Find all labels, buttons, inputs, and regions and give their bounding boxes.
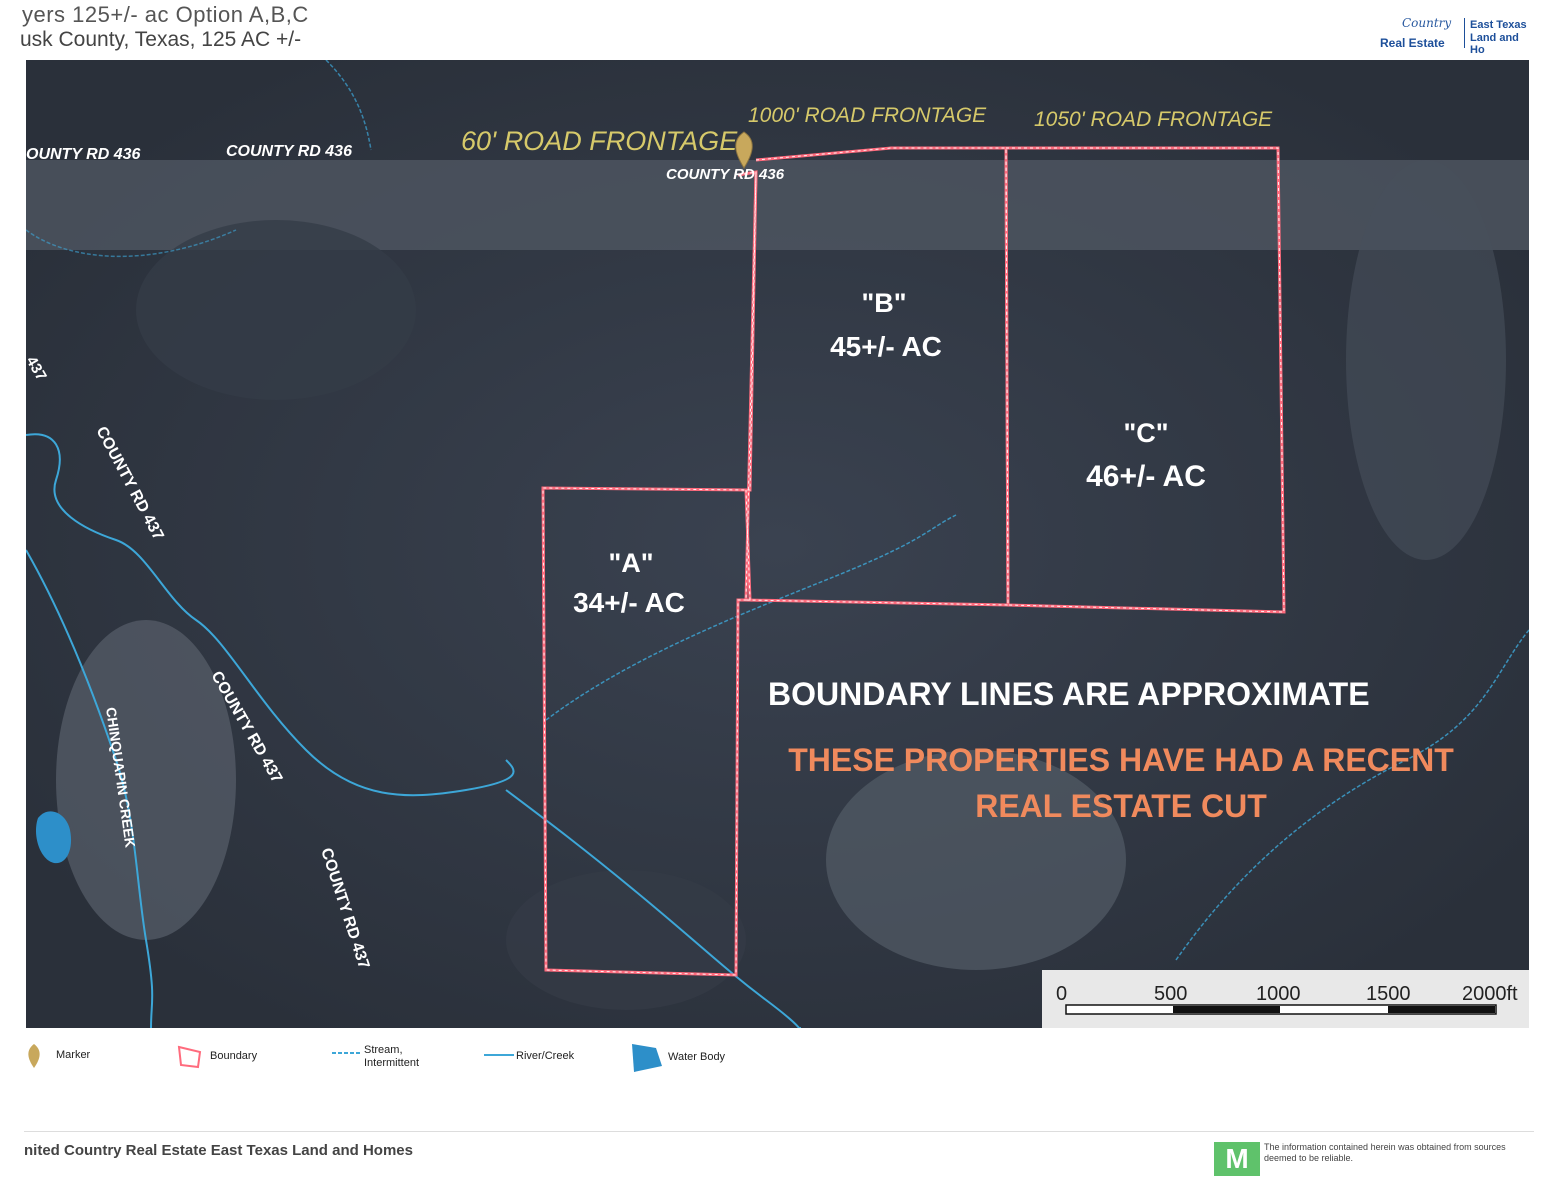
scale-tick-0: 0 [1056, 983, 1067, 1005]
frontage-1000-label: 1000' ROAD FRONTAGE [748, 104, 987, 127]
field-patch [136, 220, 416, 400]
aerial-map[interactable]: OUNTY RD 436 COUNTY RD 436 COUNTY RD 436… [26, 60, 1529, 1028]
field-patch [826, 750, 1126, 970]
legend-river-label: River/Creek [516, 1050, 575, 1062]
map-title: yers 125+/- ac Option A,B,C [22, 2, 309, 27]
footer-divider [24, 1131, 1534, 1132]
mapright-logo: M [1214, 1142, 1260, 1176]
tract-a-name: "A" [608, 548, 653, 578]
scale-tick-2000: 2000ft [1462, 983, 1518, 1005]
field-patch [1346, 160, 1506, 560]
road-label-cr436-left: OUNTY RD 436 [26, 146, 141, 163]
scale-bar: 0 500 1000 1500 2000ft [1042, 970, 1529, 1028]
legend-water-label: Water Body [668, 1051, 726, 1063]
boundary-legend-icon [177, 1045, 202, 1069]
logo-united-country: Country [1402, 16, 1452, 30]
tract-b-acres: 45+/- AC [830, 331, 942, 362]
company-logo: Country Real Estate East Texas Land and … [1376, 14, 1536, 56]
frontage-1050-label: 1050' ROAD FRONTAGE [1034, 108, 1273, 131]
water-legend-icon [632, 1044, 662, 1072]
road-label-cr436-right: COUNTY RD 436 [666, 166, 785, 183]
legend-stream-label: Stream, [364, 1044, 403, 1056]
footer-company-name: nited Country Real Estate East Texas Lan… [24, 1142, 413, 1159]
tract-a-acres: 34+/- AC [573, 587, 685, 618]
cut-note-line2: REAL ESTATE CUT [975, 788, 1267, 824]
scale-segment-dark [1388, 1006, 1495, 1013]
scale-tick-1000: 1000 [1256, 983, 1301, 1005]
map-subtitle: usk County, Texas, 125 AC +/- [20, 28, 302, 51]
legend-marker-label: Marker [56, 1049, 91, 1061]
road-label-cr436-mid: COUNTY RD 436 [226, 143, 352, 160]
scale-tick-500: 500 [1154, 983, 1187, 1005]
legend-stream-label-2: Intermittent [364, 1057, 420, 1069]
cut-note-line1: THESE PROPERTIES HAVE HAD A RECENT [788, 742, 1454, 778]
tract-c-acres: 46+/- AC [1086, 460, 1206, 493]
marker-legend-icon [28, 1044, 40, 1068]
disclaimer-line1: The information contained herein was obt… [1264, 1142, 1506, 1152]
river-legend-icon [484, 1054, 514, 1056]
tract-c-name: "C" [1123, 418, 1168, 448]
boundary-note: BOUNDARY LINES ARE APPROXIMATE [768, 676, 1370, 712]
footer-disclaimer: The information contained herein was obt… [1264, 1142, 1534, 1164]
tract-b-name: "B" [861, 288, 906, 318]
scale-tick-1500: 1500 [1366, 983, 1411, 1005]
legend-boundary-label: Boundary [210, 1050, 258, 1062]
stream-legend-icon [332, 1052, 362, 1054]
scale-segment-dark [1173, 1006, 1280, 1013]
disclaimer-line2: deemed to be reliable. [1264, 1153, 1354, 1163]
logo-east-texas: East Texas [1470, 19, 1527, 31]
logo-real-estate: Real Estate [1380, 36, 1445, 50]
logo-land-and-homes: Land and Ho [1470, 32, 1519, 56]
field-patch [506, 870, 746, 1010]
logo-separator [1464, 18, 1465, 48]
frontage-60-label: 60' ROAD FRONTAGE [461, 126, 738, 156]
